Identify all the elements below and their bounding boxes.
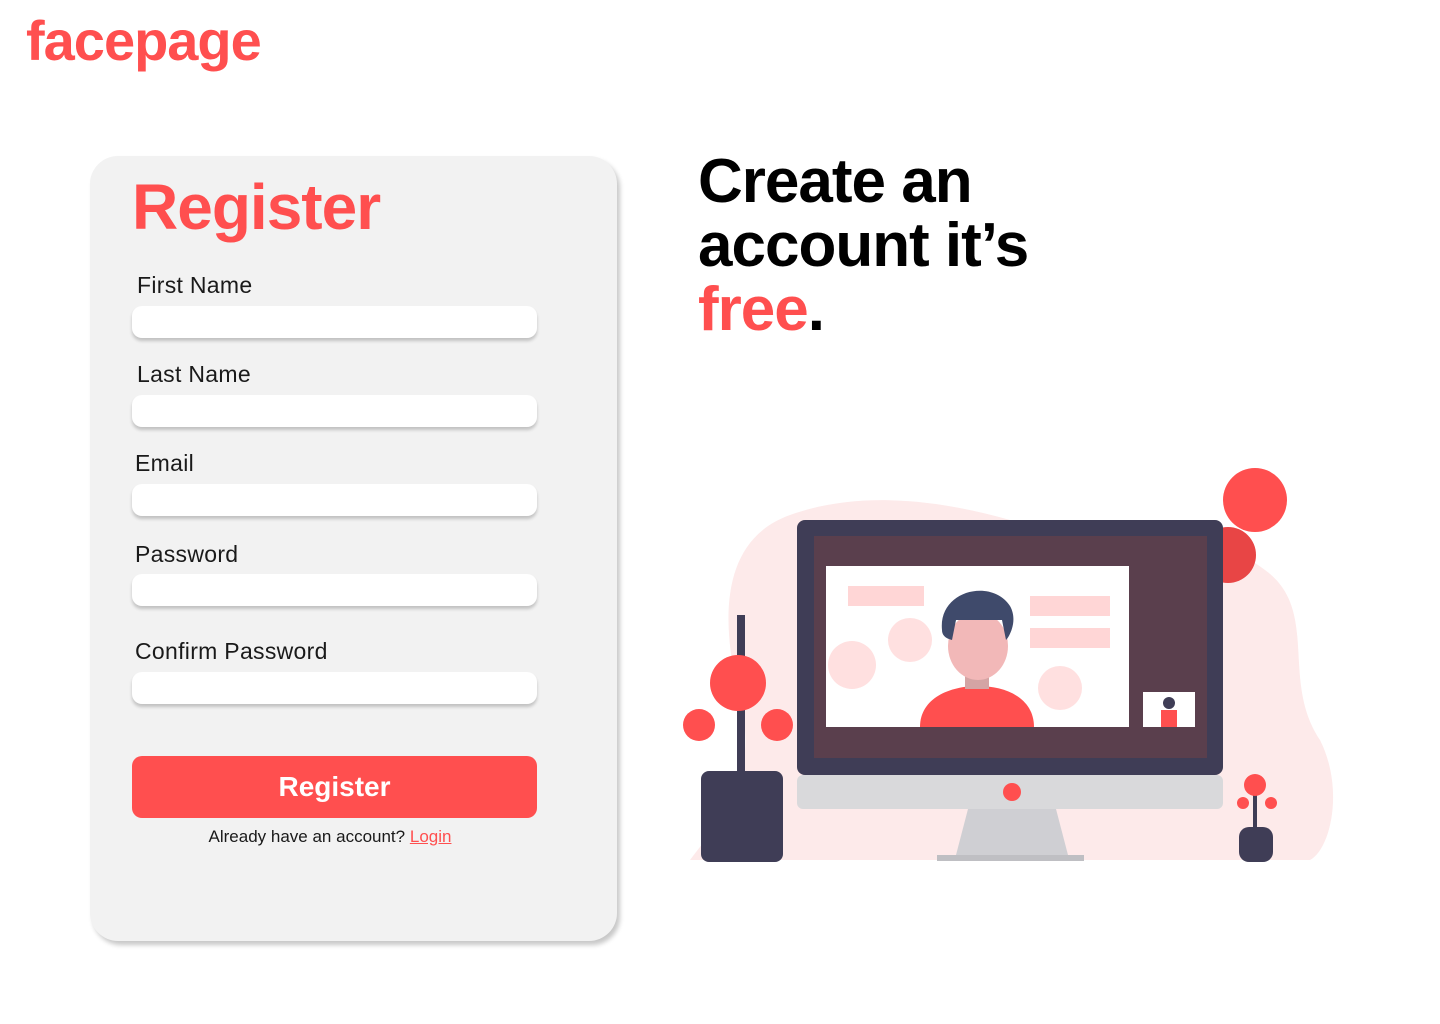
hero-period: . — [807, 275, 825, 344]
monitor-base — [937, 855, 1084, 861]
login-prompt-row: Already have an account? Login — [90, 827, 570, 847]
email-label: Email — [135, 450, 195, 476]
register-title: Register — [132, 171, 381, 243]
hero-accent-word: free — [698, 275, 809, 344]
register-button[interactable]: Register — [132, 756, 537, 818]
confirm-password-field[interactable] — [132, 672, 537, 704]
email-field[interactable] — [132, 484, 537, 516]
first-name-field[interactable] — [132, 306, 537, 338]
last-name-label: Last Name — [137, 361, 251, 387]
register-card: Register First Name Last Name Email Pass… — [90, 156, 617, 941]
password-label: Password — [135, 541, 239, 567]
monitor-button — [1003, 783, 1021, 801]
last-name-field[interactable] — [132, 395, 537, 427]
hero-heading: Create an account it’s free. — [698, 147, 1029, 342]
password-field[interactable] — [132, 574, 537, 606]
monitor-stand — [956, 809, 1068, 855]
confirm-password-label: Confirm Password — [135, 638, 328, 664]
facepage-logo[interactable]: facepage — [26, 8, 262, 73]
first-name-label: First Name — [137, 272, 253, 298]
login-link[interactable]: Login — [410, 827, 452, 846]
hero-line-1: Create an — [698, 147, 973, 216]
video-call-illustration — [683, 468, 1334, 862]
login-prompt-text: Already have an account? — [208, 827, 406, 846]
hero-line-3: free. — [698, 278, 1028, 342]
hero-line-2: account it’s — [698, 211, 1029, 280]
